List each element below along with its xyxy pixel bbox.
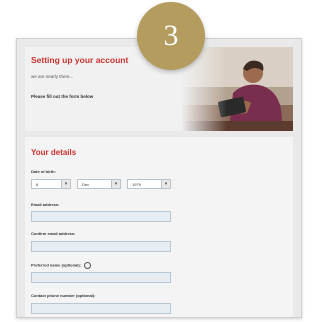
- dob-day-value: 6: [36, 182, 39, 187]
- step-number-badge: 3: [137, 2, 205, 70]
- your-details-section: Your details Date of birth: 6 ▾ Dec ▾ 19…: [25, 137, 293, 317]
- chevron-down-icon: ▾: [111, 180, 120, 188]
- email-field[interactable]: [31, 211, 171, 222]
- signup-form-window: Setting up your account we are nearly th…: [16, 38, 302, 318]
- contact-phone-field[interactable]: [31, 303, 171, 314]
- dob-year-select[interactable]: 1979 ▾: [127, 179, 171, 189]
- dob-year-value: 1979: [132, 182, 141, 187]
- preferred-name-field[interactable]: [31, 272, 171, 283]
- contact-phone-label: Contact phone number (optional):: [31, 293, 96, 298]
- dob-month-select[interactable]: Dec ▾: [77, 179, 121, 189]
- dob-day-select[interactable]: 6 ▾: [31, 179, 71, 189]
- preferred-name-label: Preferred name (optional):: [31, 262, 92, 269]
- section-title: Your details: [31, 148, 77, 157]
- help-icon[interactable]: [84, 262, 92, 269]
- dob-label: Date of birth:: [31, 169, 56, 174]
- page-subtitle: we are nearly there...: [31, 74, 74, 79]
- chevron-down-icon: ▾: [161, 180, 170, 188]
- dob-month-value: Dec: [82, 182, 90, 187]
- confirm-email-label: Confirm email address:: [31, 231, 76, 236]
- confirm-email-field[interactable]: [31, 241, 171, 252]
- chevron-down-icon: ▾: [61, 180, 70, 188]
- form-instruction: Please fill out the form below: [31, 94, 94, 99]
- page-title: Setting up your account: [31, 55, 129, 65]
- email-label: Email address:: [31, 202, 60, 207]
- preferred-name-label-text: Preferred name (optional):: [31, 262, 82, 268]
- hero-photo: [181, 47, 293, 131]
